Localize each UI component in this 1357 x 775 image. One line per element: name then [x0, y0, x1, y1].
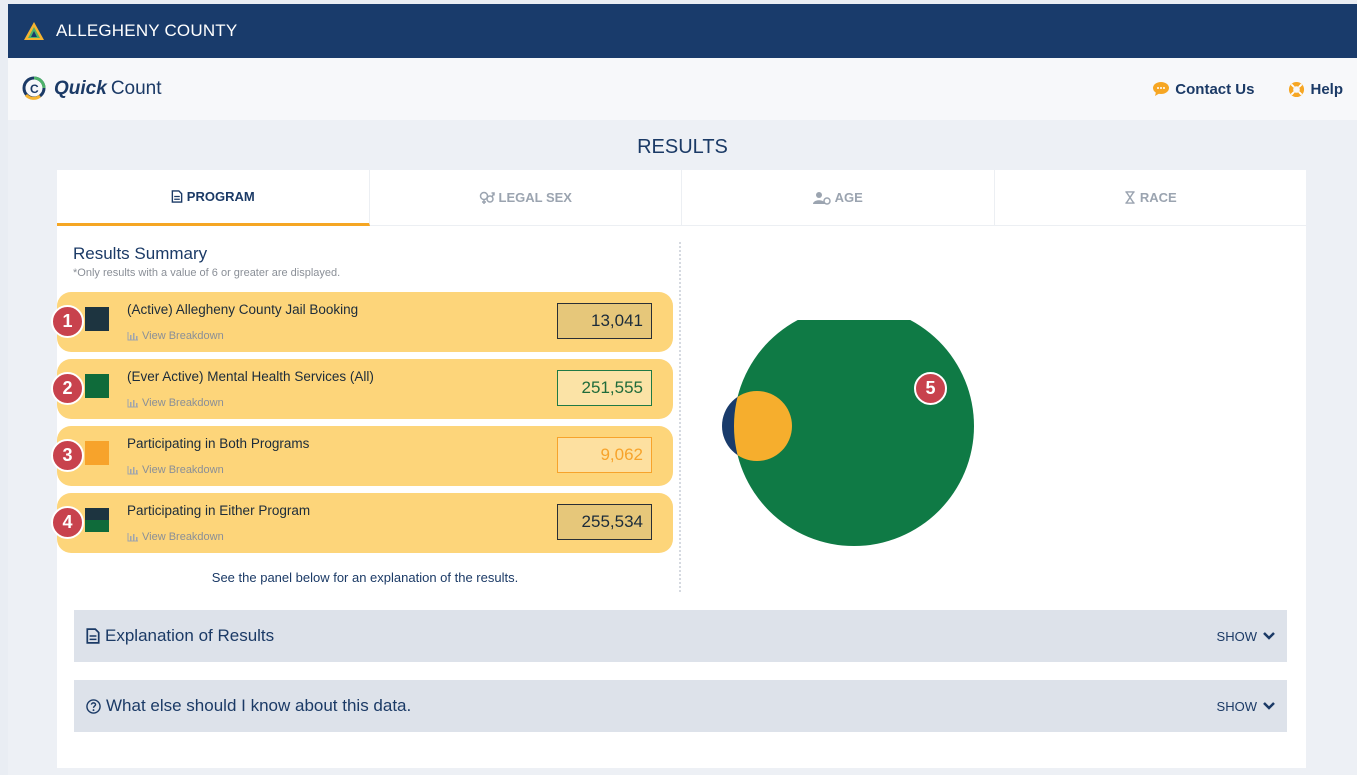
bar-chart-icon [127, 398, 138, 407]
tab-bar: PROGRAM LEGAL SEX AGE RACE [57, 170, 1306, 226]
show-toggle[interactable]: SHOW [1217, 629, 1275, 644]
step-badge: 4 [51, 506, 84, 539]
chevron-down-icon [1263, 632, 1275, 640]
summary-note: *Only results with a value of 6 or great… [73, 267, 341, 279]
venn-step-badge: 5 [914, 372, 947, 405]
contact-us-label: Contact Us [1175, 80, 1255, 98]
gender-icon [479, 191, 495, 204]
result-label: Participating in Either Program [127, 503, 311, 518]
org-name: ALLEGHENY COUNTY [56, 21, 238, 40]
results-card: PROGRAM LEGAL SEX AGE RACE Results Summa… [51, 170, 1306, 768]
result-row-mental-health: 2 (Ever Active) Mental Health Services (… [51, 359, 673, 419]
help-link[interactable]: Help [1288, 81, 1343, 98]
tab-program[interactable]: PROGRAM [57, 170, 370, 226]
result-row-both-programs: 3 Participating in Both Programs View Br… [51, 426, 673, 486]
color-swatch [85, 374, 109, 398]
document-icon [171, 190, 183, 203]
color-swatch [85, 508, 109, 532]
chat-bubble-icon [1153, 82, 1170, 96]
view-breakdown-link[interactable]: View Breakdown [127, 397, 224, 409]
people-icon [812, 191, 831, 205]
quickcount-logo-icon: C [22, 76, 46, 100]
view-breakdown-label: View Breakdown [142, 464, 224, 476]
lifebuoy-icon [1289, 81, 1305, 97]
view-breakdown-link[interactable]: View Breakdown [127, 330, 224, 342]
tab-program-label: PROGRAM [186, 189, 255, 204]
accordion-title: Explanation of Results [105, 626, 275, 645]
help-label: Help [1310, 80, 1343, 98]
view-breakdown-link[interactable]: View Breakdown [127, 464, 224, 476]
svg-text:C: C [30, 82, 39, 96]
step-badge: 2 [51, 372, 84, 405]
see-panel-note: See the panel below for an explanation o… [211, 570, 519, 585]
allegheny-logo-icon [24, 22, 44, 40]
step-badge: 3 [51, 439, 84, 472]
tab-legal-sex[interactable]: LEGAL SEX [369, 170, 682, 226]
color-swatch [85, 441, 109, 465]
result-label: (Ever Active) Mental Health Services (Al… [127, 369, 374, 384]
main-content: RESULTS PROGRAM LEGAL SEX AGE RACE Resul… [8, 120, 1357, 775]
explanation-accordion[interactable]: Explanation of Results SHOW [74, 610, 1287, 662]
view-breakdown-label: View Breakdown [142, 330, 224, 342]
color-swatch [85, 307, 109, 331]
tab-race[interactable]: RACE [994, 170, 1306, 226]
app-name-bold: Quick [54, 78, 107, 99]
step-badge: 1 [51, 305, 84, 338]
tab-race-label: RACE [1139, 190, 1177, 205]
result-value: 13,041 [557, 303, 652, 339]
result-value: 251,555 [557, 370, 652, 406]
result-label: Participating in Both Programs [127, 436, 310, 451]
show-label: SHOW [1216, 698, 1257, 714]
divider [679, 242, 681, 592]
results-summary: Results Summary *Only results with a val… [73, 244, 673, 279]
bar-chart-icon [127, 331, 138, 340]
question-circle-icon [86, 698, 101, 714]
venn-overlap-shape [734, 391, 792, 461]
show-toggle[interactable]: SHOW [1217, 699, 1275, 714]
contact-us-link[interactable]: Contact Us [1152, 81, 1254, 98]
result-row-either-program: 4 Participating in Either Program View B… [51, 493, 673, 553]
result-row-jail-booking: 1 (Active) Allegheny County Jail Booking… [51, 292, 673, 352]
tab-age-label: AGE [834, 190, 863, 205]
tab-legal-sex-label: LEGAL SEX [498, 190, 572, 205]
page-title: RESULTS [637, 136, 728, 158]
document-icon [86, 628, 100, 644]
result-label: (Active) Allegheny County Jail Booking [127, 302, 359, 317]
results-list: 1 (Active) Allegheny County Jail Booking… [51, 292, 673, 560]
bar-chart-icon [127, 532, 138, 541]
view-breakdown-label: View Breakdown [142, 397, 224, 409]
view-breakdown-link[interactable]: View Breakdown [127, 531, 224, 543]
summary-title: Results Summary [73, 244, 208, 263]
about-data-accordion[interactable]: What else should I know about this data.… [74, 680, 1287, 732]
app-brand[interactable]: C Quick Count [8, 75, 162, 103]
hourglass-icon [1125, 191, 1135, 204]
view-breakdown-label: View Breakdown [142, 531, 224, 543]
tab-age[interactable]: AGE [682, 170, 995, 226]
show-label: SHOW [1216, 628, 1257, 644]
app-name-rest: Count [110, 78, 162, 99]
app-bar: C Quick Count Contact Us Help [8, 58, 1357, 120]
top-bar: ALLEGHENY COUNTY [8, 4, 1357, 58]
bar-chart-icon [127, 465, 138, 474]
result-value: 9,062 [557, 437, 652, 473]
result-value: 255,534 [557, 504, 652, 540]
venn-overlap-layer [734, 391, 792, 461]
accordion-title: What else should I know about this data. [106, 696, 412, 715]
chevron-down-icon [1263, 702, 1275, 710]
